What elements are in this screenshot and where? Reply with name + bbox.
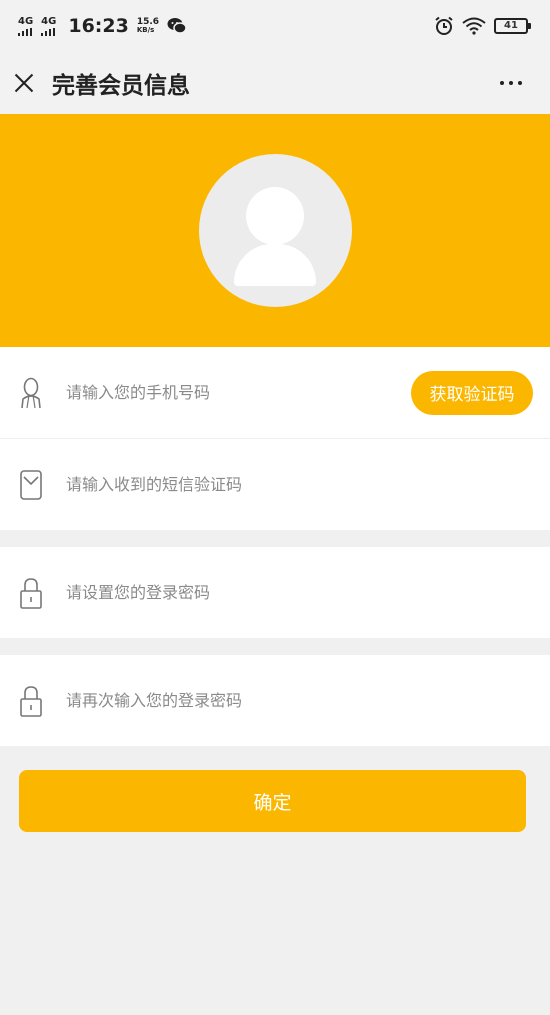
confirm-button[interactable]: 确定 xyxy=(19,770,526,832)
wifi-icon xyxy=(462,17,486,35)
signal-2: 4G xyxy=(41,15,57,36)
page-title: 完善会员信息 xyxy=(52,73,190,99)
signal-2-label: 4G xyxy=(41,15,57,27)
password-input[interactable] xyxy=(66,572,550,613)
phone-input[interactable] xyxy=(66,372,411,413)
more-menu-button[interactable] xyxy=(494,75,528,91)
more-dot-icon xyxy=(500,81,504,85)
user-icon xyxy=(18,376,44,410)
status-bar: 4G 4G 16:23 15.6 KB/s 41 xyxy=(0,0,550,52)
app-header: 完善会员信息 xyxy=(0,52,550,114)
lock-icon xyxy=(18,684,44,718)
status-right: 41 xyxy=(434,16,531,36)
sms-code-input[interactable] xyxy=(66,464,550,505)
battery-indicator: 41 xyxy=(494,18,531,34)
signal-1: 4G xyxy=(18,15,34,36)
more-dot-icon xyxy=(509,81,513,85)
signal-bars-icon xyxy=(18,27,32,36)
phone-message-icon xyxy=(18,468,44,502)
network-speed: 15.6 KB/s xyxy=(137,18,159,34)
profile-banner xyxy=(0,114,550,347)
signal-1-label: 4G xyxy=(18,15,34,27)
status-time: 16:23 xyxy=(68,15,129,37)
more-dot-icon xyxy=(518,81,522,85)
wechat-icon xyxy=(167,18,187,34)
close-button[interactable] xyxy=(12,71,36,95)
network-speed-unit: KB/s xyxy=(136,26,155,34)
password-confirm-row xyxy=(0,655,550,746)
password-row xyxy=(0,547,550,638)
status-left: 4G 4G 16:23 15.6 KB/s xyxy=(18,15,187,37)
phone-row: 获取验证码 xyxy=(0,347,550,438)
screen: 4G 4G 16:23 15.6 KB/s 41 完善会员信息 请输入您的手机号… xyxy=(0,0,550,1015)
avatar-body-icon xyxy=(233,244,316,286)
password-confirm-input[interactable] xyxy=(66,680,550,721)
avatar-head-icon xyxy=(245,187,304,245)
lock-icon xyxy=(18,576,44,610)
signal-bars-icon xyxy=(41,27,56,36)
alarm-icon xyxy=(435,16,453,35)
sms-code-row xyxy=(0,439,550,530)
get-code-button[interactable]: 获取验证码 xyxy=(411,370,533,415)
avatar[interactable] xyxy=(198,154,352,307)
